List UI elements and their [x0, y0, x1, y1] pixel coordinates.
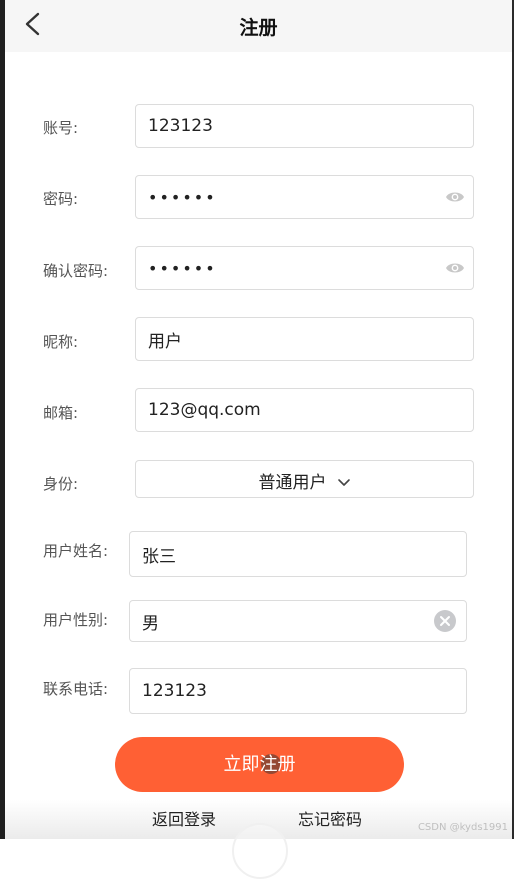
identity-select[interactable]: 普通用户: [135, 460, 474, 498]
window-left-edge: [0, 0, 5, 839]
phone-label: 联系电话:: [43, 680, 109, 698]
nickname-label: 昵称:: [43, 333, 79, 351]
identity-select-value: 普通用户: [258, 473, 327, 493]
gender-field: [129, 600, 467, 642]
back-to-login-link[interactable]: 返回登录: [152, 806, 216, 830]
account-input[interactable]: [148, 105, 435, 147]
account-label: 账号:: [43, 119, 79, 137]
identity-select-value-wrap: 普通用户: [136, 468, 473, 493]
clear-circle-icon[interactable]: [434, 610, 456, 632]
register-button-label: 立即注册: [223, 754, 296, 775]
watermark: CSDN @kyds1991: [417, 822, 508, 833]
email-label: 邮箱:: [43, 404, 79, 422]
register-button[interactable]: 立即注册: [115, 737, 404, 792]
gender-label: 用户性别:: [43, 611, 109, 629]
eye-icon[interactable]: [445, 189, 465, 205]
chevron-down-icon: [337, 479, 350, 486]
nickname-input[interactable]: [148, 318, 435, 360]
password-field: [135, 175, 474, 219]
gender-input[interactable]: [142, 601, 428, 641]
account-field: [135, 104, 474, 148]
password-input[interactable]: [148, 176, 435, 218]
page-title: 注册: [239, 17, 278, 39]
real-name-field: [129, 531, 467, 577]
confirm-password-field: [135, 246, 474, 290]
nav-header: 注册: [5, 0, 512, 52]
confirm-password-label: 确认密码:: [43, 262, 109, 280]
phone-field: [129, 668, 467, 714]
forgot-password-link[interactable]: 忘记密码: [298, 806, 362, 830]
confirm-password-input[interactable]: [148, 247, 435, 289]
identity-label: 身份:: [43, 475, 79, 493]
eye-icon[interactable]: [445, 260, 465, 276]
phone-input[interactable]: [142, 669, 428, 713]
real-name-label: 用户姓名:: [43, 542, 109, 560]
email-input[interactable]: [148, 389, 435, 431]
email-field: [135, 388, 474, 432]
home-indicator[interactable]: [232, 823, 288, 879]
password-label: 密码:: [43, 190, 79, 208]
nickname-field: [135, 317, 474, 361]
real-name-input[interactable]: [142, 532, 428, 576]
